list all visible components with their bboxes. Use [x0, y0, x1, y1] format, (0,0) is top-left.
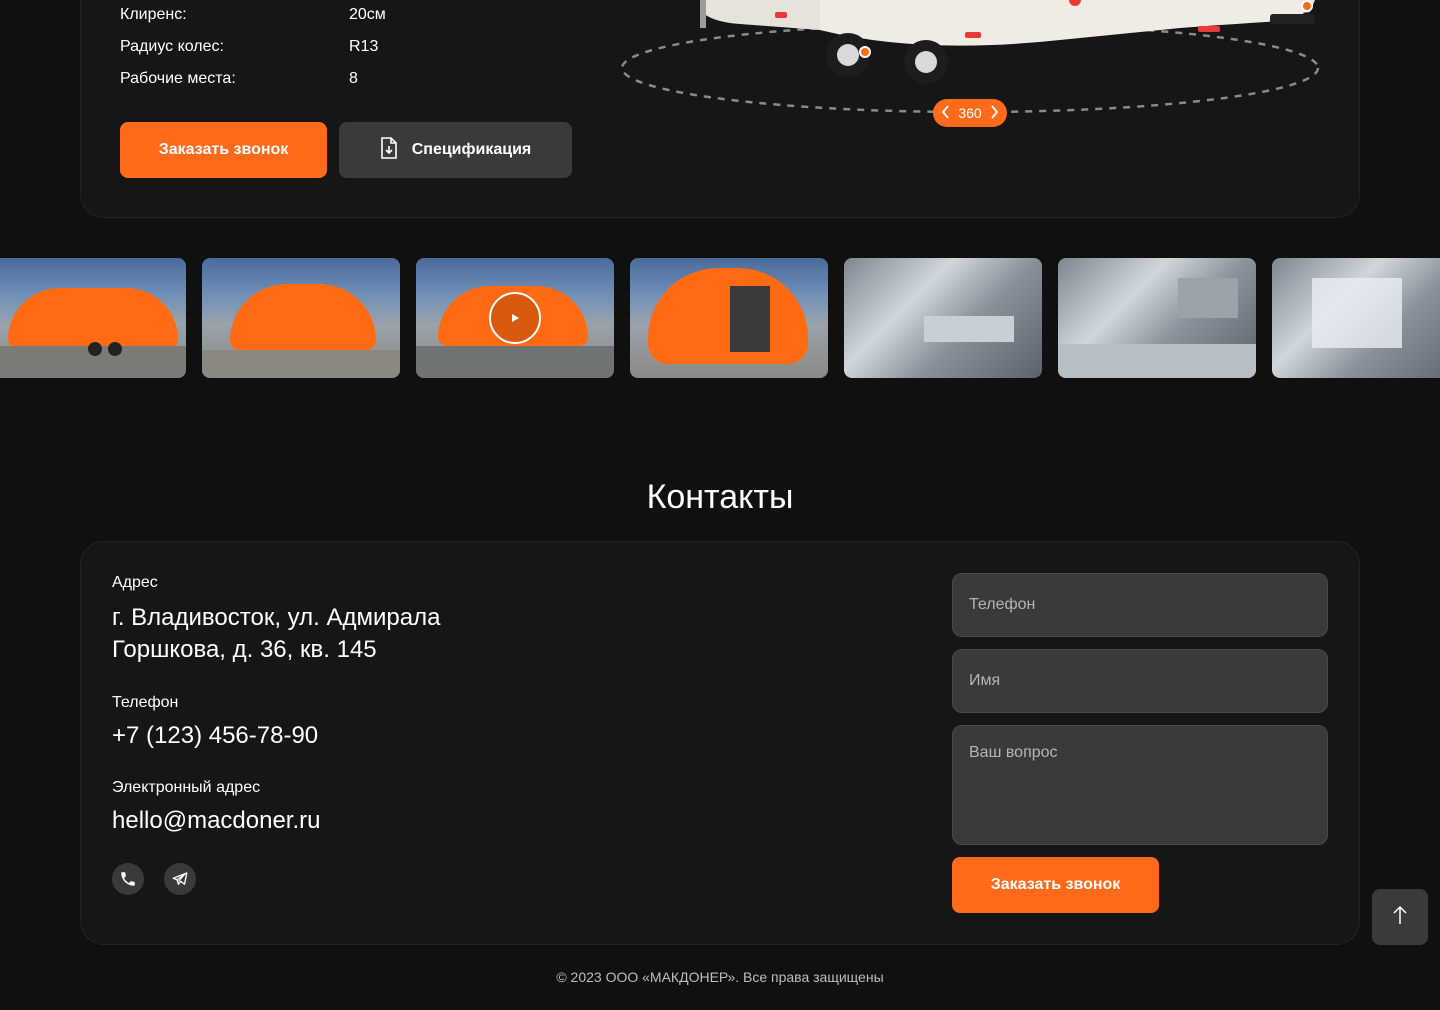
play-icon[interactable] [489, 292, 541, 344]
arrow-up-icon [1392, 905, 1408, 930]
spec-label: Радиус колес: [120, 38, 224, 55]
phone-link[interactable]: +7 (123) 456-78-90 [112, 720, 318, 752]
address-line-2: Горшкова, д. 36, кв. 145 [112, 636, 377, 663]
telegram-icon[interactable] [164, 863, 196, 895]
gallery-thumb[interactable] [630, 258, 828, 378]
chevron-left-icon[interactable] [941, 104, 951, 122]
gallery-thumb[interactable] [0, 258, 186, 378]
phone-icon[interactable] [112, 863, 144, 895]
order-call-button[interactable]: Заказать звонок [120, 122, 327, 178]
phone-field[interactable] [952, 573, 1328, 637]
photo-gallery [0, 258, 1440, 378]
spec-label: Клиренс: [120, 6, 187, 23]
gallery-thumb[interactable] [1272, 258, 1440, 378]
spec-label: Рабочие места: [120, 70, 236, 87]
specification-label: Спецификация [411, 141, 532, 158]
copyright: © 2023 ООО «МАКДОНЕР». Все права защищен… [556, 969, 884, 985]
scroll-to-top-button[interactable] [1372, 889, 1428, 945]
phone-label: Телефон [112, 694, 179, 711]
email-link[interactable]: hello@macdoner.ru [112, 805, 320, 837]
rotate-360-control[interactable]: 360 [933, 99, 1007, 127]
chevron-right-icon[interactable] [989, 104, 999, 122]
email-label: Электронный адрес [112, 779, 261, 796]
document-download-icon [380, 136, 398, 164]
spec-value: R13 [349, 38, 379, 55]
gallery-thumb[interactable] [1058, 258, 1256, 378]
gallery-thumb[interactable] [844, 258, 1042, 378]
gallery-thumb[interactable] [202, 258, 400, 378]
submit-call-button[interactable]: Заказать звонок [952, 857, 1159, 913]
specification-button[interactable]: Спецификация [339, 122, 572, 178]
question-field[interactable] [952, 725, 1328, 845]
address-line-1: г. Владивосток, ул. Адмирала [112, 604, 441, 631]
address-label: Адрес [112, 574, 158, 591]
spec-value: 20см [349, 6, 386, 23]
contacts-title: Контакты [646, 478, 794, 516]
name-field[interactable] [952, 649, 1328, 713]
spec-value: 8 [349, 70, 358, 87]
rotate-360-label: 360 [958, 105, 982, 121]
gallery-thumb-video[interactable] [416, 258, 614, 378]
